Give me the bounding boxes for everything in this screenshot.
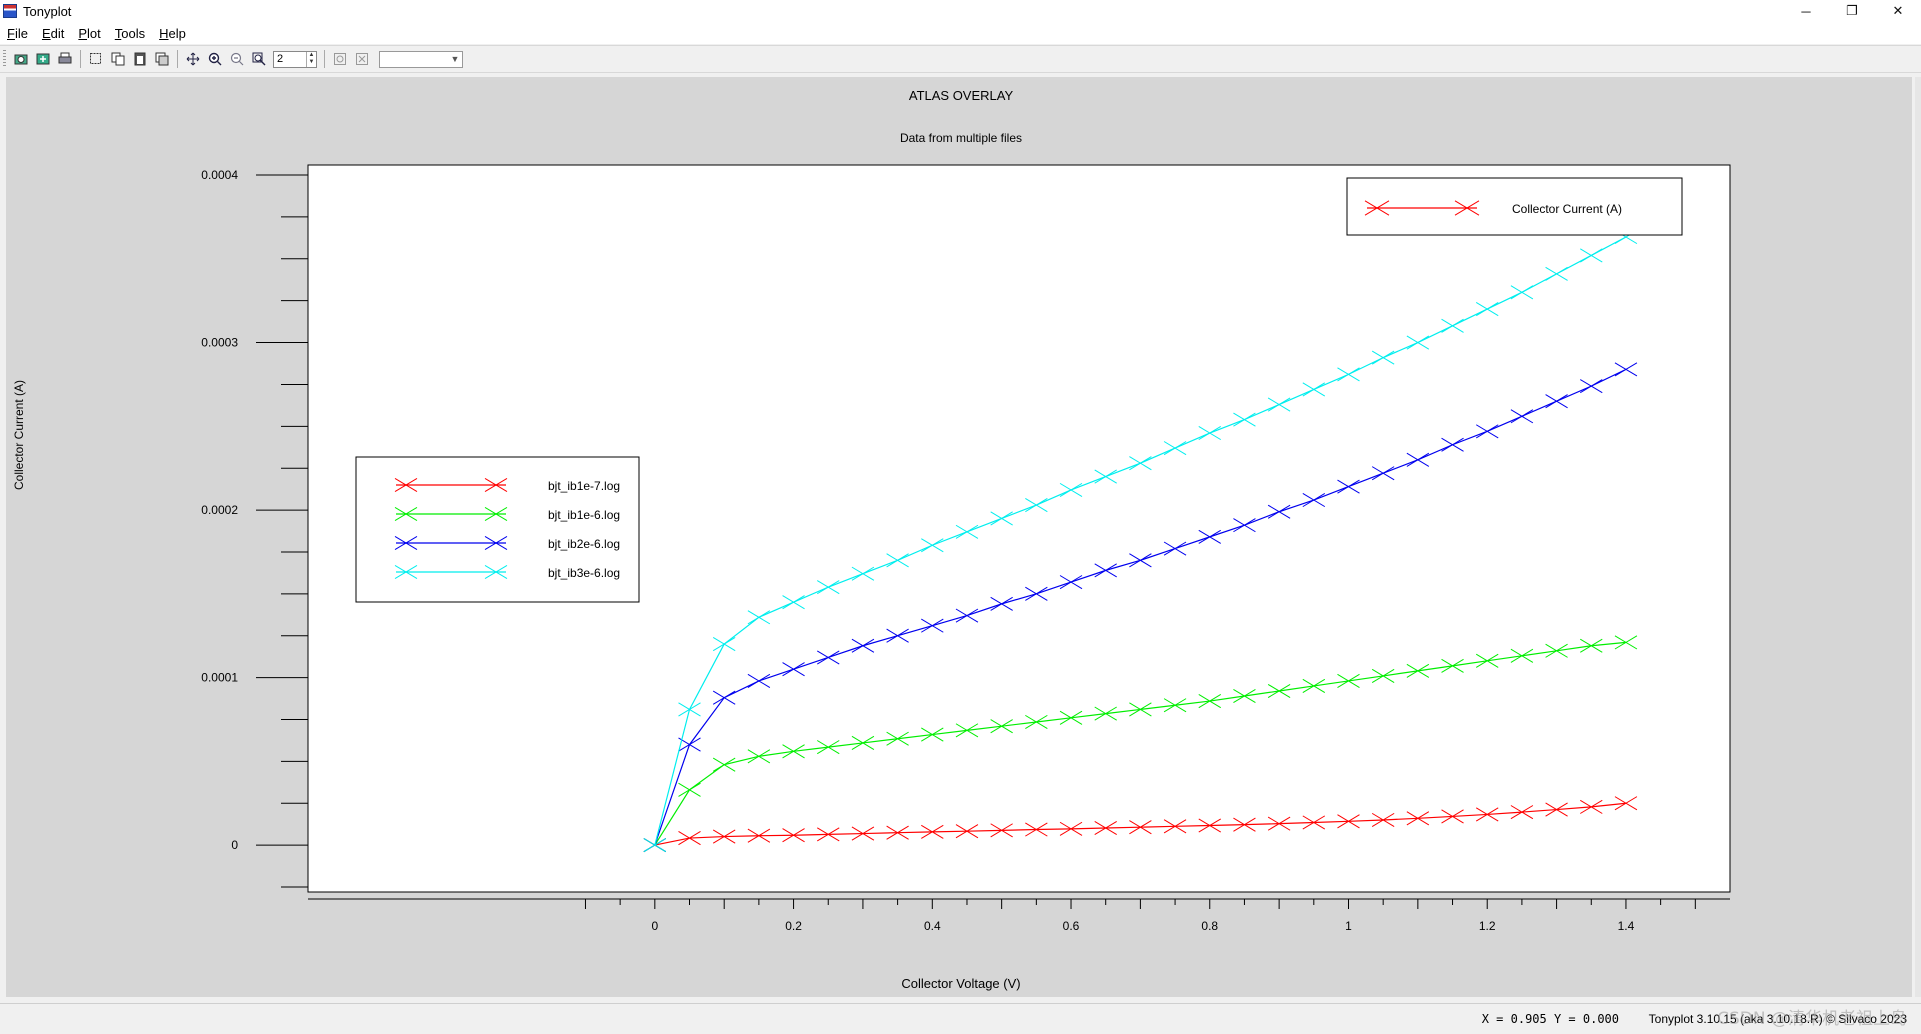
x-tick-label: 1.2 bbox=[1479, 919, 1496, 933]
pan-arrows-icon bbox=[186, 52, 200, 66]
toolbar-separator bbox=[80, 50, 81, 68]
menu-help[interactable]: Help bbox=[152, 26, 193, 41]
copy-icon bbox=[111, 52, 125, 66]
cursor-coordinates: X = 0.905 Y = 0.000 bbox=[1481, 1012, 1619, 1026]
copy-button[interactable] bbox=[109, 50, 127, 68]
vertical-scrollbar[interactable] bbox=[1915, 77, 1921, 997]
y-tick-label: 0.0001 bbox=[201, 671, 238, 685]
y-tick-label: 0.0003 bbox=[201, 336, 238, 350]
zoom-in-button[interactable] bbox=[206, 50, 224, 68]
zoom-box-button[interactable] bbox=[250, 50, 268, 68]
toolbar-grip[interactable] bbox=[3, 50, 6, 68]
menu-tools[interactable]: Tools bbox=[108, 26, 152, 41]
menu-file[interactable]: File bbox=[0, 26, 35, 41]
window-controls: ─ ❐ ✕ bbox=[1783, 0, 1921, 22]
chevron-down-icon: ▼ bbox=[450, 54, 460, 64]
legend-entry-label: Collector Current (A) bbox=[1512, 202, 1622, 216]
chart-title: ATLAS OVERLAY bbox=[909, 88, 1014, 103]
x-tick-label: 0 bbox=[651, 919, 658, 933]
zoom-in-icon bbox=[208, 52, 222, 66]
legend-entry-label: bjt_ib3e-6.log bbox=[548, 566, 620, 580]
legend-entry-label: bjt_ib2e-6.log bbox=[548, 537, 620, 551]
link-button[interactable] bbox=[331, 50, 349, 68]
load-button[interactable] bbox=[12, 50, 30, 68]
x-tick-label: 0.2 bbox=[785, 919, 802, 933]
y-tick-label: 0.0004 bbox=[201, 168, 238, 182]
maximize-button[interactable]: ❐ bbox=[1829, 0, 1875, 22]
zoom-out-icon bbox=[230, 52, 244, 66]
legend-entry-label: bjt_ib1e-7.log bbox=[548, 479, 620, 493]
paste-icon bbox=[134, 52, 146, 66]
menu-edit[interactable]: Edit bbox=[35, 26, 71, 41]
toolbar-separator bbox=[177, 50, 178, 68]
x-axis-label: Collector Voltage (V) bbox=[901, 976, 1020, 991]
menu-bar: File Edit Plot Tools Help bbox=[0, 22, 1921, 44]
select-button[interactable] bbox=[87, 50, 105, 68]
x-tick-label: 0.6 bbox=[1063, 919, 1080, 933]
close-button[interactable]: ✕ bbox=[1875, 0, 1921, 22]
print-icon bbox=[58, 52, 72, 64]
title-bar: Tonyplot ─ ❐ ✕ bbox=[0, 0, 1921, 22]
duplicate-button[interactable] bbox=[153, 50, 171, 68]
app-icon bbox=[3, 4, 17, 18]
toolbar: 2 ▲ ▼ ▼ bbox=[0, 45, 1921, 73]
zoom-out-button[interactable] bbox=[228, 50, 246, 68]
duplicate-icon bbox=[155, 52, 169, 66]
stepper-arrows-icon[interactable]: ▲ ▼ bbox=[306, 51, 316, 67]
y-tick-label: 0 bbox=[231, 838, 238, 852]
menu-plot[interactable]: Plot bbox=[71, 26, 107, 41]
open-icon bbox=[36, 53, 50, 65]
zoom-factor-stepper[interactable]: 2 ▲ ▼ bbox=[273, 50, 317, 68]
chart-subtitle: Data from multiple files bbox=[900, 131, 1022, 145]
chart-svg: ATLAS OVERLAY Data from multiple files C… bbox=[12, 88, 1731, 991]
window-title: Tonyplot bbox=[23, 3, 72, 19]
watermark-text: CSDN @清华机老祖上岛 bbox=[1717, 1009, 1907, 1029]
link-icon bbox=[334, 53, 346, 65]
status-bar: X = 0.905 Y = 0.000 Tonyplot 3.10.15 (ak… bbox=[0, 1003, 1921, 1034]
unlink-button[interactable] bbox=[353, 50, 371, 68]
load-icon bbox=[14, 54, 28, 65]
unlink-icon bbox=[356, 53, 368, 65]
y-tick-label: 0.0002 bbox=[201, 503, 238, 517]
plot-select-combo[interactable]: ▼ bbox=[379, 50, 463, 68]
pan-button[interactable] bbox=[184, 50, 202, 68]
y-axis-label: Collector Current (A) bbox=[12, 380, 26, 490]
open-button[interactable] bbox=[34, 50, 52, 68]
toolbar-separator bbox=[324, 50, 325, 68]
select-icon bbox=[90, 53, 101, 64]
x-tick-label: 1.4 bbox=[1618, 919, 1635, 933]
paste-button[interactable] bbox=[131, 50, 149, 68]
print-button[interactable] bbox=[56, 50, 74, 68]
minimize-button[interactable]: ─ bbox=[1783, 0, 1829, 22]
zoom-box-icon bbox=[252, 52, 266, 66]
x-tick-label: 0.4 bbox=[924, 919, 941, 933]
legend-entry-label: bjt_ib1e-6.log bbox=[548, 508, 620, 522]
x-tick-label: 1 bbox=[1345, 919, 1352, 933]
x-tick-label: 0.8 bbox=[1201, 919, 1218, 933]
zoom-factor-value: 2 bbox=[277, 53, 284, 65]
plot-canvas[interactable]: ATLAS OVERLAY Data from multiple files C… bbox=[6, 77, 1912, 997]
